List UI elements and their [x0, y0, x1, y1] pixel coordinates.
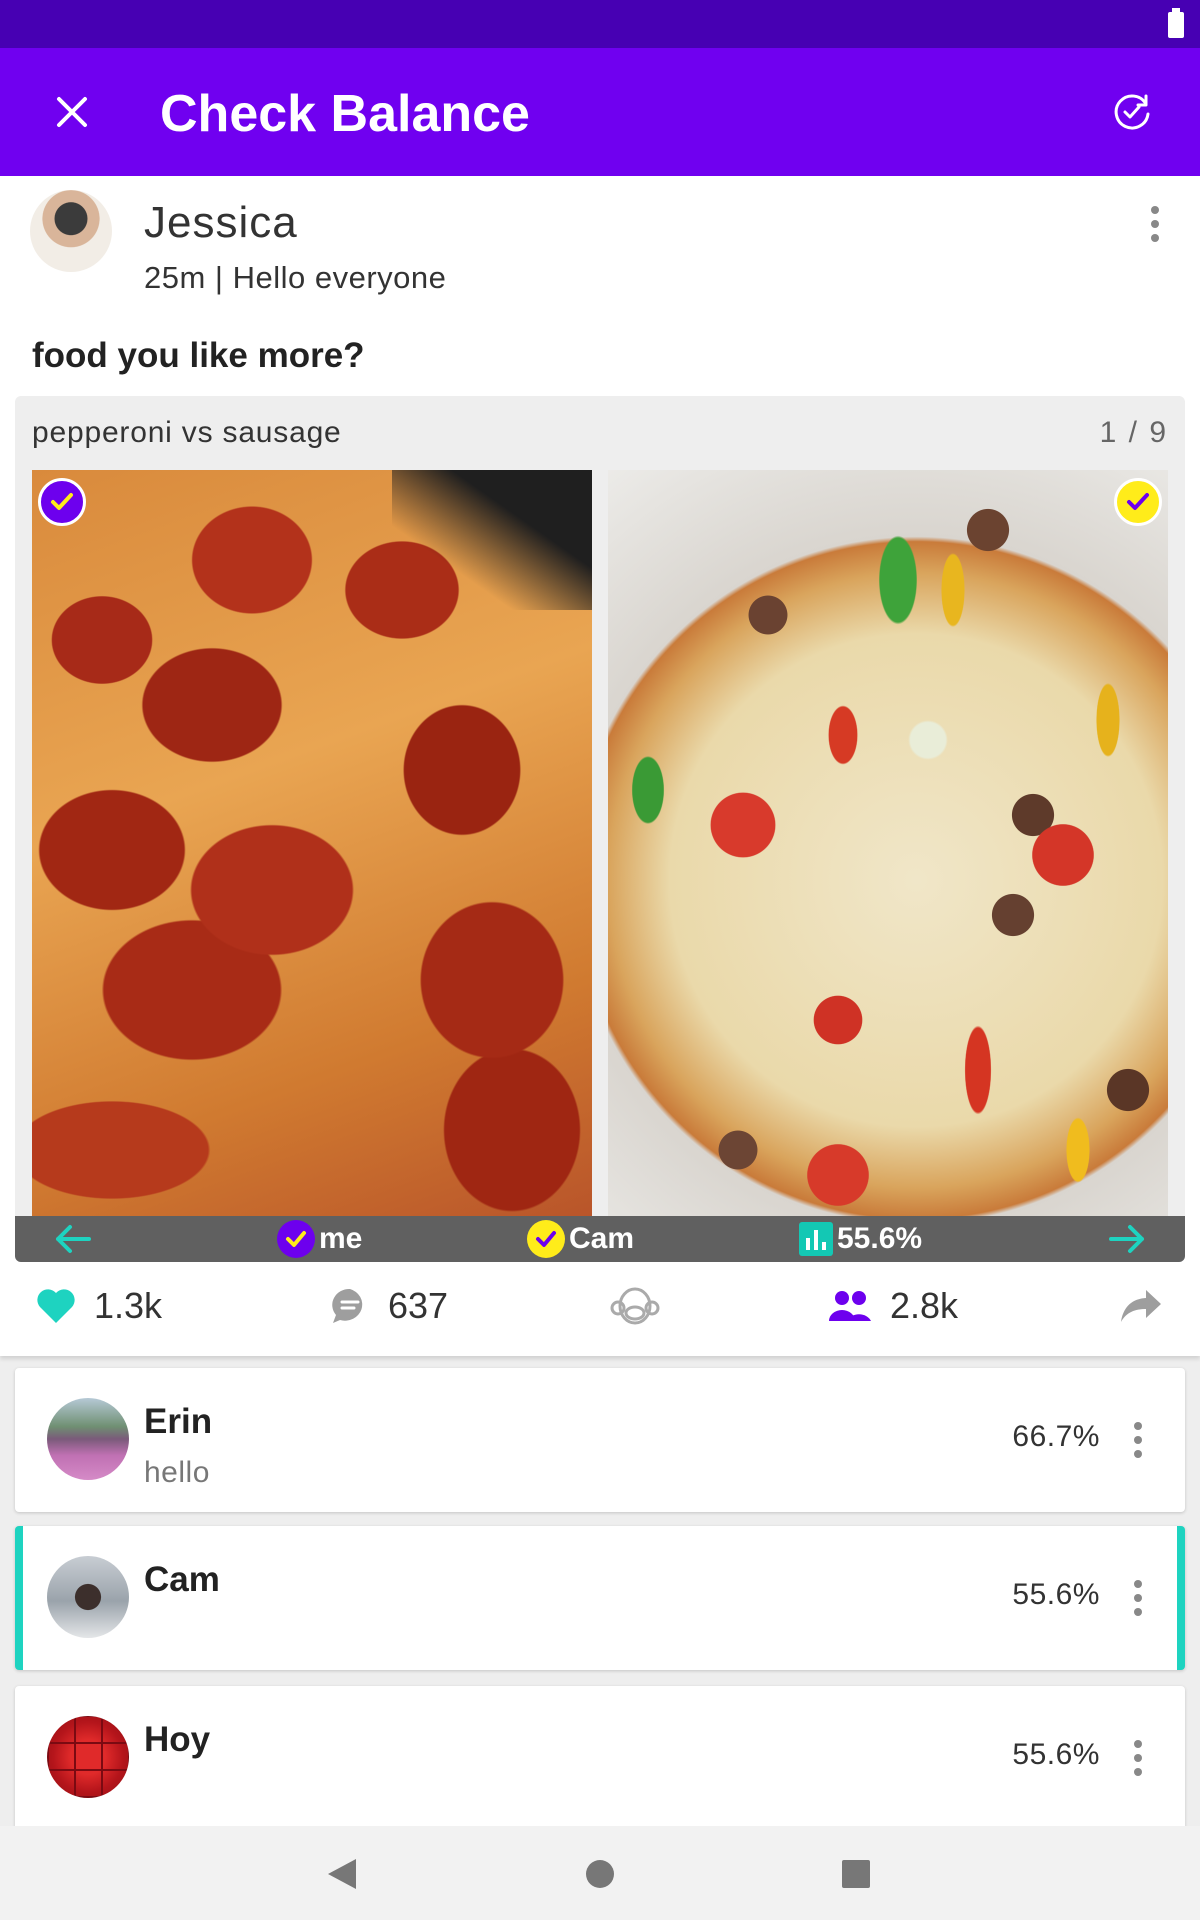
comment-match-percent: 55.6%	[1012, 1738, 1100, 1771]
kebab-dot	[1134, 1768, 1142, 1776]
legend-me-label: me	[319, 1222, 363, 1255]
photo-shadow	[392, 470, 592, 610]
comment-more-button[interactable]	[1123, 1412, 1153, 1468]
monkey-icon	[610, 1287, 660, 1325]
kebab-dot	[1134, 1450, 1142, 1458]
kebab-dot	[1134, 1608, 1142, 1616]
system-recents-button[interactable]	[828, 1846, 884, 1902]
match-percent-value: 55.6%	[837, 1222, 923, 1255]
comment-card[interactable]: Hoy 55.6%	[15, 1686, 1185, 1830]
refresh-button[interactable]	[1104, 84, 1160, 140]
comment-card-highlighted[interactable]: Cam 55.6%	[15, 1526, 1185, 1670]
avatar[interactable]	[47, 1556, 129, 1638]
recents-icon	[842, 1860, 870, 1888]
kebab-dot	[1134, 1580, 1142, 1588]
post-more-button[interactable]	[1140, 196, 1170, 252]
avatar[interactable]	[47, 1398, 129, 1480]
close-button[interactable]	[40, 80, 104, 144]
comment-card[interactable]: Erin hello 66.7%	[15, 1368, 1185, 1512]
system-nav-bar	[0, 1826, 1200, 1920]
comment-match-percent: 66.7%	[1012, 1420, 1100, 1453]
heart-icon	[37, 1289, 75, 1323]
app-bar: Check Balance	[0, 48, 1200, 176]
battery-icon	[1168, 8, 1184, 38]
comment-more-button[interactable]	[1123, 1570, 1153, 1626]
check-icon	[38, 478, 86, 526]
previous-poll-button[interactable]	[53, 1220, 93, 1258]
legend-match-percent: 55.6%	[799, 1220, 922, 1258]
page-title: Check Balance	[160, 85, 530, 143]
status-bar	[0, 0, 1200, 48]
next-poll-button[interactable]	[1107, 1220, 1147, 1258]
kebab-dot	[1134, 1740, 1142, 1748]
check-icon	[527, 1220, 565, 1258]
back-icon	[328, 1859, 356, 1889]
poll-choice-pepperoni[interactable]	[32, 470, 592, 1216]
comment-author: Cam	[144, 1560, 220, 1599]
share-button[interactable]	[1120, 1276, 1162, 1336]
bar-chart-icon	[799, 1222, 833, 1256]
check-icon	[277, 1220, 315, 1258]
kebab-dot	[1151, 206, 1159, 214]
kebab-dot	[1151, 220, 1159, 228]
poll-post: Jessica 25m | Hello everyone food you li…	[0, 176, 1200, 1356]
home-icon	[586, 1860, 614, 1888]
kebab-dot	[1134, 1754, 1142, 1762]
kebab-dot	[1134, 1594, 1142, 1602]
legend-cam: Cam	[527, 1220, 634, 1258]
poll-footer: me Cam 55.6%	[15, 1216, 1185, 1262]
comment-match-percent: 55.6%	[1012, 1578, 1100, 1611]
close-icon	[57, 97, 87, 127]
system-back-button[interactable]	[314, 1846, 370, 1902]
comments-button[interactable]: 637	[330, 1276, 448, 1336]
poll-choice-sausage[interactable]	[608, 470, 1168, 1216]
poll-title: pepperoni vs sausage	[32, 416, 342, 449]
vegetable-sausage-pizza-photo	[608, 470, 1168, 1216]
author-name[interactable]: Jessica	[144, 198, 298, 248]
comment-author: Erin	[144, 1402, 213, 1441]
comment-author: Hoy	[144, 1720, 211, 1759]
voter-count: 2.8k	[890, 1285, 959, 1326]
comment-text: hello	[144, 1456, 210, 1489]
voters-button[interactable]: 2.8k	[828, 1276, 958, 1336]
avatar[interactable]	[47, 1716, 129, 1798]
comment-more-button[interactable]	[1123, 1730, 1153, 1786]
check-icon	[1114, 478, 1162, 526]
monkey-button[interactable]	[610, 1276, 660, 1336]
like-count: 1.3k	[94, 1285, 163, 1326]
legend-cam-label: Cam	[569, 1222, 635, 1255]
share-arrow-icon	[1121, 1290, 1161, 1322]
legend-me: me	[277, 1220, 362, 1258]
poll-page-counter: 1 / 9	[1099, 416, 1168, 449]
kebab-dot	[1151, 234, 1159, 242]
like-button[interactable]: 1.3k	[36, 1276, 162, 1336]
system-home-button[interactable]	[572, 1846, 628, 1902]
kebab-dot	[1134, 1422, 1142, 1430]
arrow-left-icon	[56, 1225, 91, 1253]
post-actions: 1.3k 637 2.8k	[0, 1276, 1200, 1336]
post-question: food you like more?	[32, 336, 365, 375]
comment-icon	[332, 1288, 363, 1323]
poll-card: pepperoni vs sausage 1 / 9 me Cam 55.6%	[15, 396, 1185, 1262]
refresh-check-icon	[1114, 94, 1150, 130]
kebab-dot	[1134, 1436, 1142, 1444]
arrow-right-icon	[1109, 1225, 1144, 1253]
post-meta: 25m | Hello everyone	[144, 260, 447, 295]
people-icon	[829, 1291, 871, 1321]
comment-count: 637	[388, 1285, 449, 1326]
author-avatar[interactable]	[30, 190, 112, 272]
